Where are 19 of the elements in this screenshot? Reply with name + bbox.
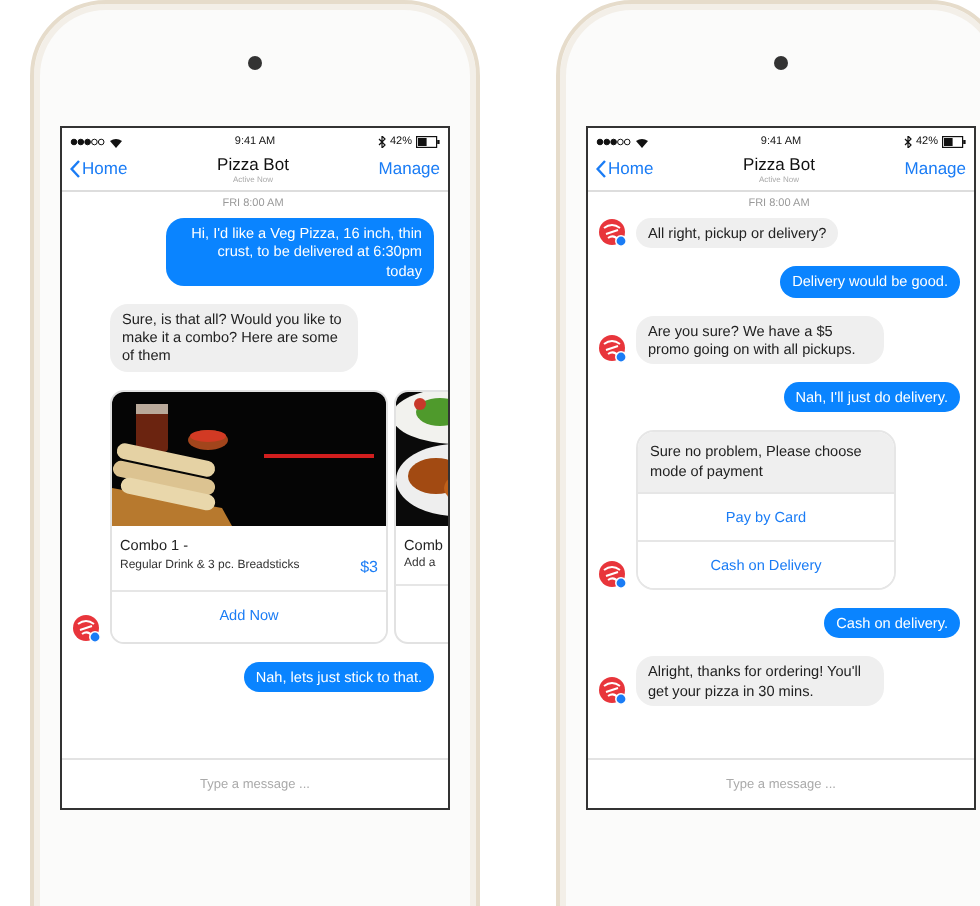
manage-button[interactable]: Manage	[904, 158, 966, 178]
wifi-icon	[110, 137, 122, 147]
chat-title: Pizza Bot	[217, 154, 289, 174]
camera-dot	[248, 56, 262, 70]
battery-icon	[942, 136, 966, 148]
bluetooth-icon	[903, 136, 912, 148]
card-price: $3	[360, 557, 378, 576]
chat-title: Pizza Bot	[743, 154, 815, 174]
camera-dot	[774, 56, 788, 70]
wifi-icon	[636, 137, 648, 147]
bluetooth-icon	[377, 136, 386, 148]
back-icon	[70, 159, 80, 177]
back-button[interactable]: Home	[596, 158, 654, 178]
battery-icon	[416, 136, 440, 148]
back-icon	[596, 159, 606, 177]
signal-icon	[70, 138, 106, 146]
manage-button[interactable]: Manage	[378, 158, 440, 178]
back-button[interactable]: Home	[70, 158, 128, 178]
signal-icon	[596, 138, 632, 146]
